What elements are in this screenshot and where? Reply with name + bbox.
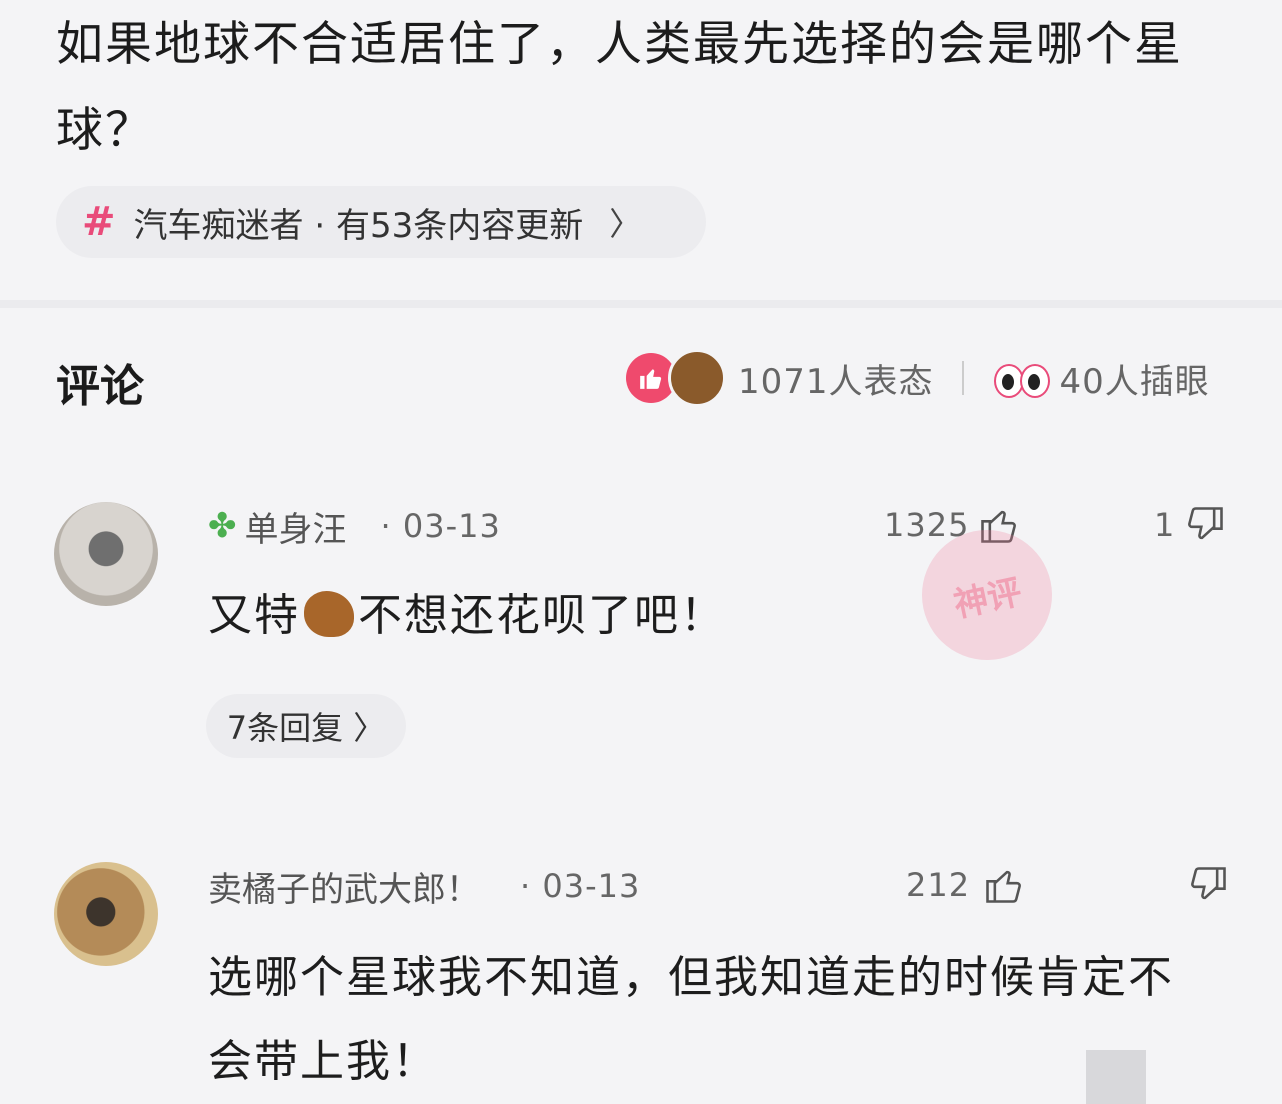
corner-decoration [1086,1050,1146,1104]
topic-text: 汽车痴迷者 · 有53条内容更新 [133,205,584,246]
topic-chip[interactable]: # 汽车痴迷者 · 有53条内容更新 〉 [56,186,706,258]
eye-reactions-count: 40人插眼 [1059,361,1210,402]
comment-date: · 03-13 [380,507,501,545]
comment-header: ✤ 单身汪 · 03-13 [208,502,501,550]
comment-text: 选哪个星球我不知道，但我知道走的时候肯定不会带上我！ [208,952,1174,1087]
avatar[interactable] [54,502,158,606]
chevron-right-icon: 〉 [609,205,642,243]
reactions-count: 1071人表态 [738,361,934,402]
clover-icon: ✤ [208,506,237,546]
dislike-count: 1 [1154,506,1176,544]
username[interactable]: 单身汪 [245,502,347,551]
eyes-icon [992,358,1050,398]
hash-icon: # [82,199,116,245]
username[interactable]: 卖橘子的武大郎！ [208,862,480,911]
view-replies-button[interactable]: 7条回复 〉 [206,694,406,758]
post-title: 如果地球不合适居住了，人类最先选择的会是哪个星球？ [56,17,1183,158]
thumbs-down-icon[interactable] [1186,862,1230,908]
comment-header: 卖橘子的武大郎！ · 03-13 [208,862,640,910]
comments-heading: 评论 [56,361,144,412]
thumbs-up-icon[interactable] [982,862,1026,908]
poop-emoji-icon [668,349,726,407]
section-divider [0,300,1282,308]
dislike-control[interactable]: 1 [1154,500,1227,550]
horse-emoji-icon [304,591,354,637]
like-count: 212 [906,866,971,904]
avatar[interactable] [54,862,158,966]
comment-date: · 03-13 [520,867,641,905]
like-control[interactable]: 212 [906,860,1026,910]
reactions-separator [961,361,964,395]
reactions-summary[interactable]: 1071人表态 40人插眼 [626,349,1210,407]
dislike-control[interactable] [1186,860,1230,910]
thumbs-down-icon[interactable] [1183,502,1227,548]
